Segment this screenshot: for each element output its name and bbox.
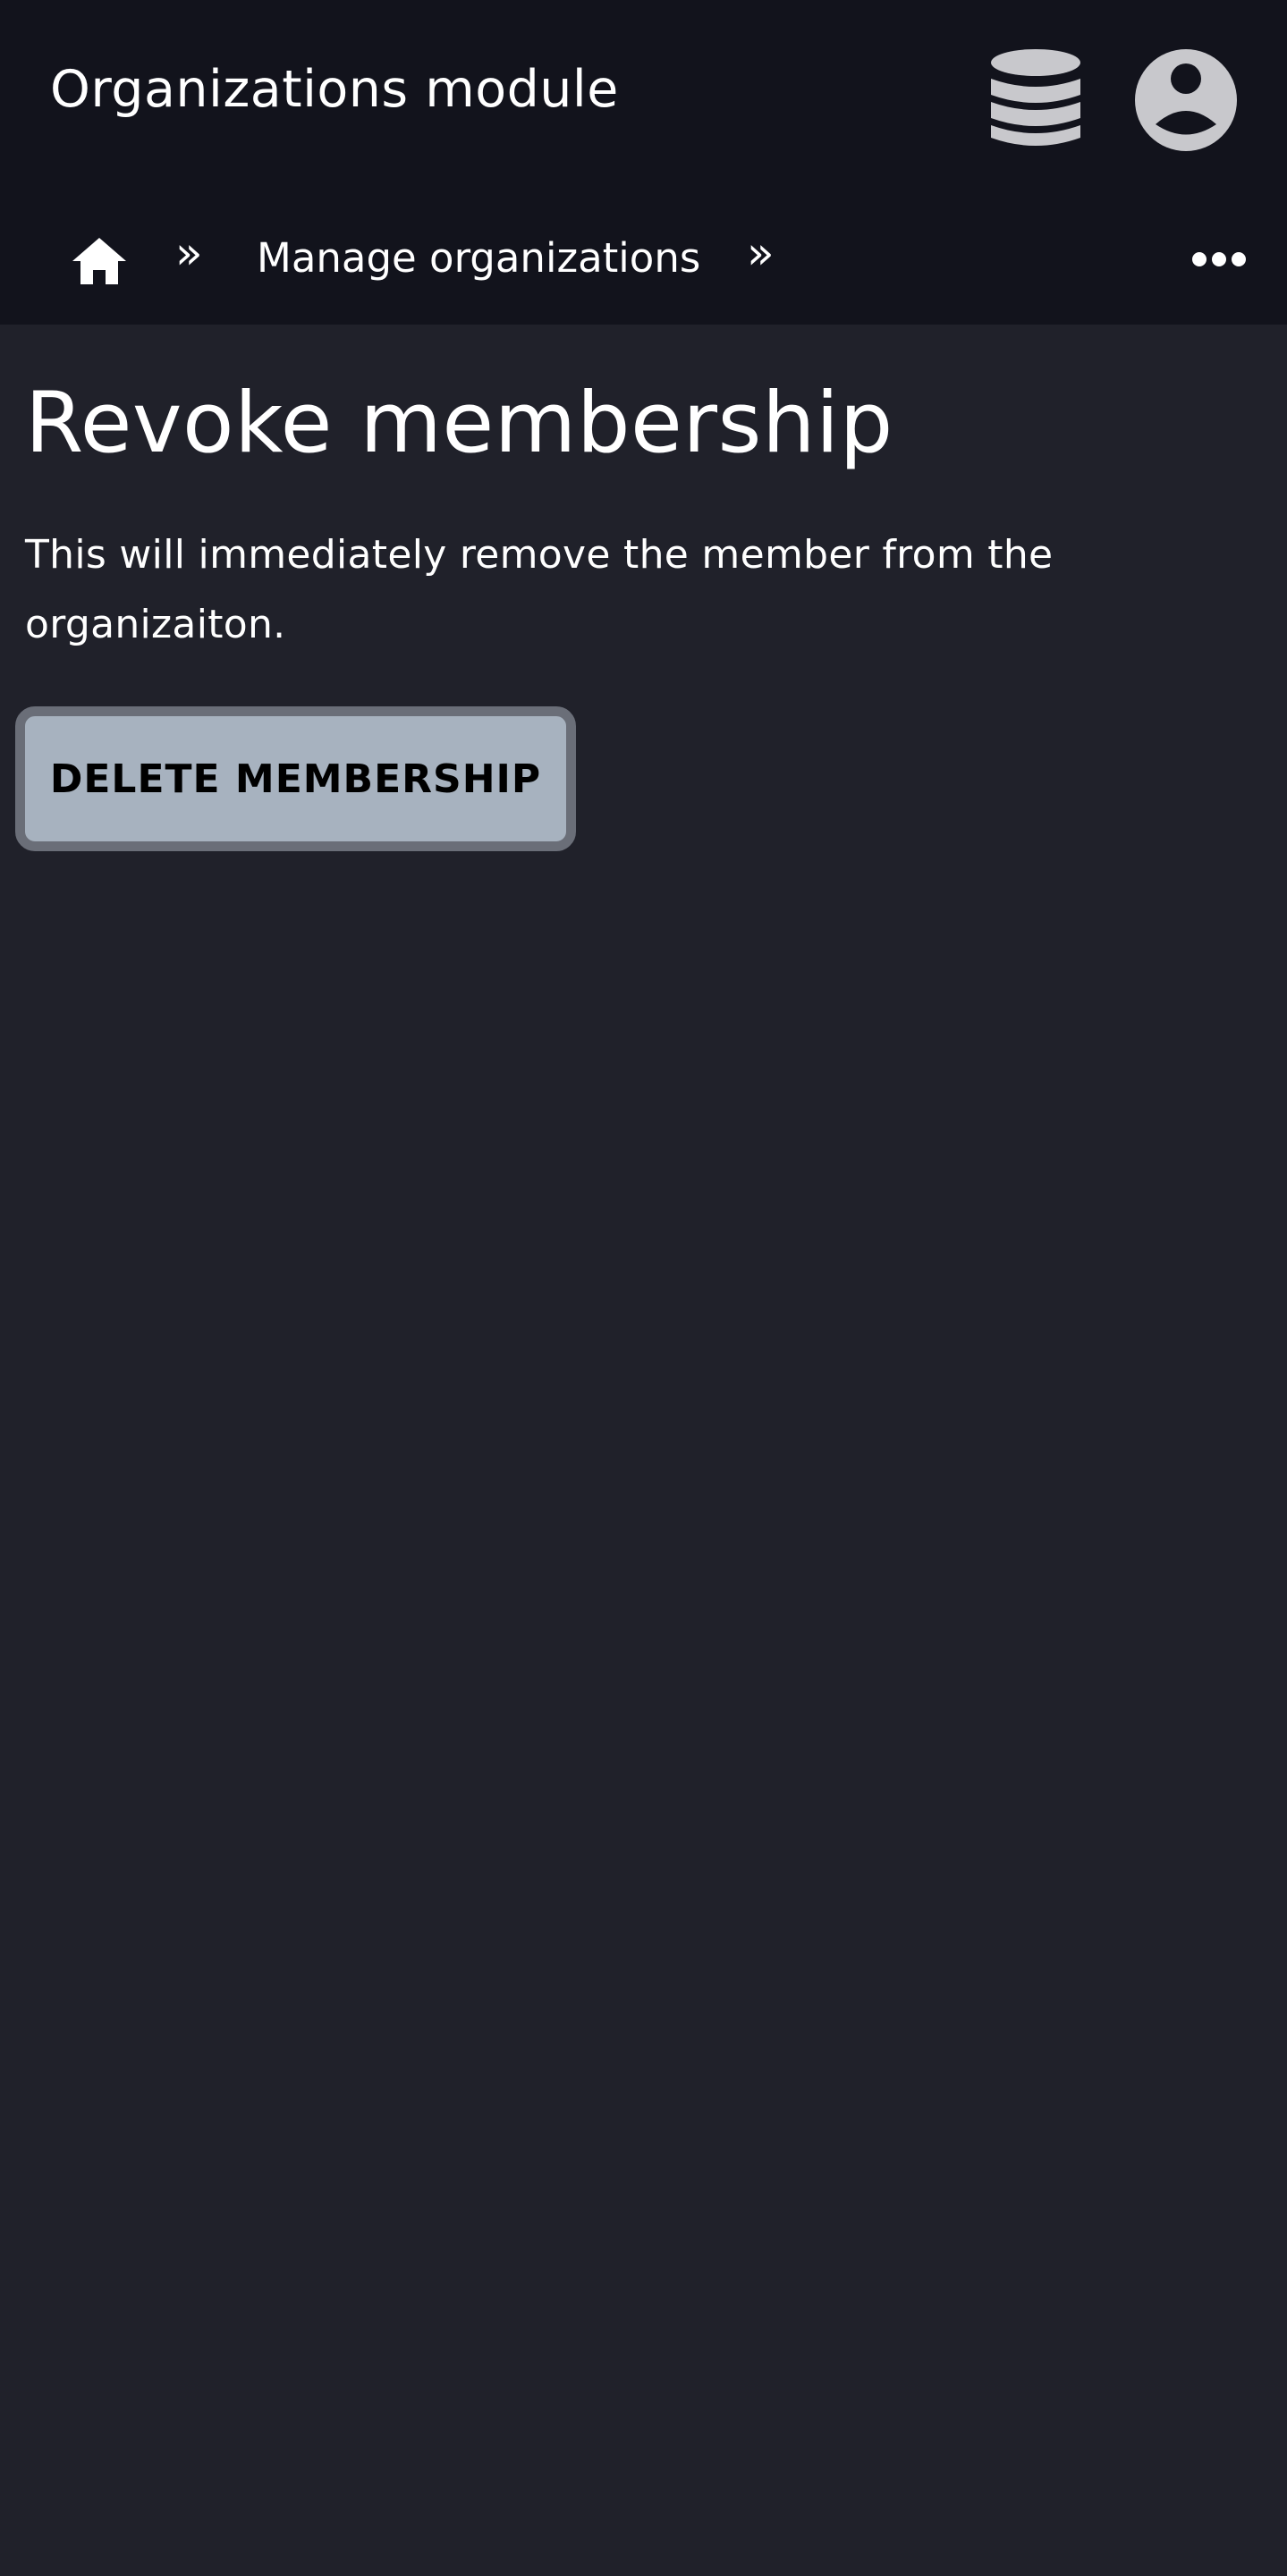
page-title: Revoke membership: [25, 375, 893, 472]
home-icon[interactable]: [72, 236, 127, 286]
more-horizontal-icon[interactable]: [1191, 250, 1247, 268]
description-text: This will immediately remove the member …: [25, 532, 1054, 647]
delete-membership-button[interactable]: DELETE MEMBERSHIP: [15, 706, 576, 851]
top-app-bar: Organizations module » Manage organizati…: [0, 0, 1287, 325]
app-title: Organizations module: [50, 60, 619, 119]
breadcrumb-item-manage-organizations[interactable]: Manage organizations: [257, 234, 700, 283]
breadcrumb-separator: »: [747, 227, 775, 279]
account-circle-icon[interactable]: [1134, 48, 1238, 152]
breadcrumb: » Manage organizations »: [0, 215, 1287, 304]
breadcrumb-separator: »: [175, 227, 203, 279]
database-icon[interactable]: [989, 48, 1082, 152]
